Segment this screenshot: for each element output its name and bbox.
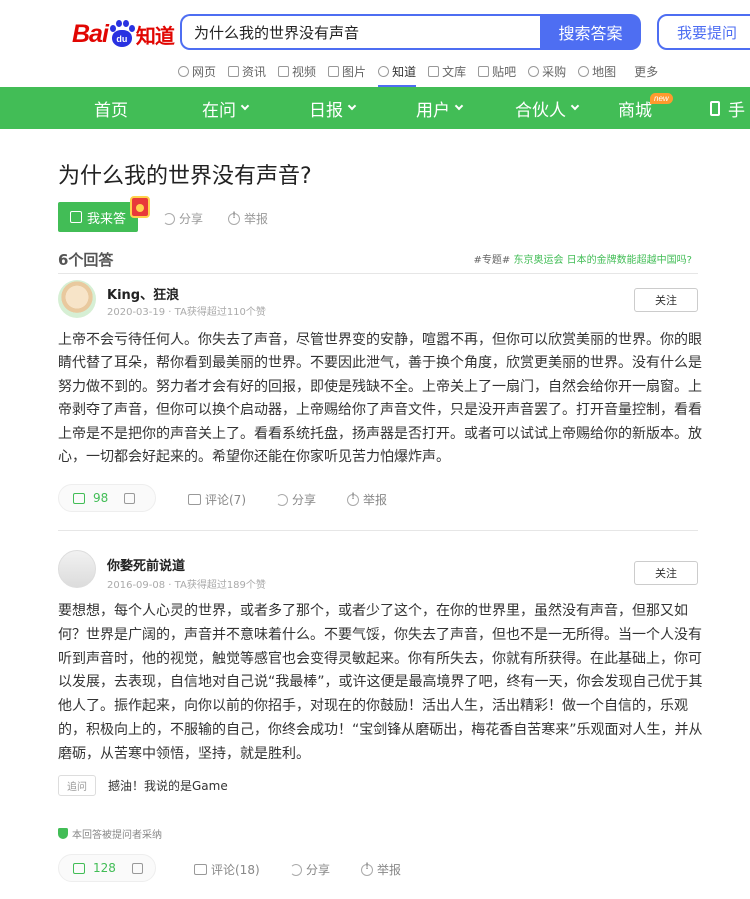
answer-meta: 2020-03-19 · TA获得超过110个赞: [107, 307, 266, 318]
paw-icon: du: [109, 20, 135, 48]
comment-button[interactable]: 评论(7): [188, 491, 246, 508]
report-icon: [347, 492, 359, 506]
question-title: 为什么我的世界没有声音?: [58, 164, 312, 189]
avatar[interactable]: [58, 280, 96, 318]
nav-users[interactable]: 用户: [416, 87, 464, 129]
shield-icon: [58, 828, 68, 839]
nav-zaiwen[interactable]: 在问: [202, 87, 250, 129]
baidu-zhidao-logo[interactable]: Bai du 知道: [72, 16, 175, 52]
purchase-icon: [528, 65, 540, 77]
subnav-wenku[interactable]: 文库: [428, 61, 466, 81]
followup-text: 撼油！我说的是Game: [108, 779, 228, 793]
nav-ribao[interactable]: 日报: [309, 87, 357, 129]
share-icon: [290, 863, 302, 876]
thumbs-down-icon[interactable]: [124, 492, 136, 504]
subnav-web[interactable]: 网页: [178, 61, 216, 81]
phone-icon: [710, 100, 720, 116]
answer-username[interactable]: King、狂浪: [107, 284, 179, 303]
nav-phone[interactable]: 手: [710, 87, 745, 129]
search-box[interactable]: [180, 14, 542, 50]
nav-partners[interactable]: 合伙人: [515, 87, 580, 129]
subnav-map[interactable]: 地图: [578, 61, 616, 81]
answer-text: 要想想，每个人心灵的世界，或者多了那个，或者少了这个，在你的世界里，虽然没有声音…: [58, 603, 703, 762]
like-count: 98: [93, 491, 109, 505]
search-icon: [178, 65, 189, 77]
adopted-note: 本回答被提问者采纳: [58, 826, 162, 841]
comment-icon: [194, 864, 207, 875]
subnav-purchase[interactable]: 采购: [528, 61, 566, 81]
subnav-news[interactable]: 资讯: [228, 61, 266, 81]
vote-box: 98: [58, 484, 156, 512]
share-icon: [163, 212, 175, 225]
follow-button[interactable]: 关注: [634, 288, 698, 312]
doc-icon: [428, 65, 440, 77]
report-button[interactable]: 举报: [361, 861, 401, 878]
avatar[interactable]: [58, 550, 96, 588]
followup: 追问 撼油！我说的是Game: [58, 775, 228, 796]
report-button[interactable]: 举报: [347, 491, 387, 508]
nav-mall[interactable]: 商城: [618, 87, 652, 129]
subnav-image[interactable]: 图片: [328, 61, 366, 81]
divider: [58, 273, 698, 274]
comment-icon: [188, 494, 201, 505]
nav-home[interactable]: 首页: [94, 87, 128, 129]
follow-button[interactable]: 关注: [634, 561, 698, 585]
news-icon: [228, 65, 240, 77]
red-envelope-icon[interactable]: [130, 196, 150, 218]
answers-count: 6个回答: [58, 251, 114, 269]
edit-icon: [70, 211, 82, 223]
followup-tag: 追问: [58, 775, 96, 796]
map-icon: [578, 65, 590, 77]
image-icon: [328, 65, 340, 77]
main-nav-bar: 首页 在问 日报 用户 合伙人 商城 手: [0, 87, 750, 129]
thumbs-down-icon[interactable]: [131, 862, 143, 874]
share-button[interactable]: 分享: [276, 491, 316, 508]
logo-du-text: du: [111, 30, 132, 47]
answer-username[interactable]: 你婺死前说道: [107, 555, 185, 574]
topic-prefix: #专题#: [473, 255, 511, 266]
subnav-zhidao[interactable]: 知道: [378, 61, 417, 87]
topic-link[interactable]: #专题# 东京奥运会 日本的金牌数能超越中国吗?: [474, 251, 692, 266]
subnav-more[interactable]: 更多: [634, 61, 658, 81]
chevron-down-icon: [570, 101, 580, 111]
comment-button[interactable]: 评论(18): [194, 861, 260, 878]
subnav-video[interactable]: 视频: [278, 61, 316, 81]
search-button[interactable]: 搜索答案: [540, 14, 641, 50]
share-button[interactable]: 分享: [290, 861, 330, 878]
question-icon: [378, 65, 390, 77]
thumbs-up-icon[interactable]: [73, 492, 85, 504]
divider: [58, 530, 698, 531]
like-count: 128: [93, 861, 116, 875]
vote-box: 128: [58, 854, 156, 882]
search-category-nav: 网页 资讯 视频 图片 知道 文库 贴吧 采购 地图 更多: [178, 61, 670, 87]
search-input[interactable]: [182, 16, 542, 48]
chevron-down-icon: [454, 101, 464, 111]
report-icon: [361, 862, 373, 876]
tieba-icon: [478, 65, 490, 77]
ask-question-button[interactable]: 我要提问: [657, 14, 750, 50]
logo-bai-text: Bai: [72, 19, 109, 48]
video-icon: [278, 65, 290, 77]
chevron-down-icon: [240, 101, 250, 111]
thumbs-up-icon[interactable]: [73, 862, 85, 874]
logo-zhidao-text: 知道: [135, 23, 175, 48]
report-icon: [228, 211, 240, 225]
answer-text: 上帝不会亏待任何人。你失去了声音，尽管世界变的安静，喧嚣不再，但你可以欣赏美丽的…: [58, 332, 702, 466]
share-icon: [276, 493, 288, 506]
question-share[interactable]: 分享: [163, 210, 203, 227]
answer-button[interactable]: 我来答: [58, 202, 138, 232]
chevron-down-icon: [347, 101, 357, 111]
question-report[interactable]: 举报: [228, 210, 268, 227]
subnav-tieba[interactable]: 贴吧: [478, 61, 516, 81]
answer-meta: 2016-09-08 · TA获得超过189个赞: [107, 580, 266, 591]
topic-text: 东京奥运会 日本的金牌数能超越中国吗?: [513, 255, 693, 266]
new-badge: new: [650, 93, 673, 104]
